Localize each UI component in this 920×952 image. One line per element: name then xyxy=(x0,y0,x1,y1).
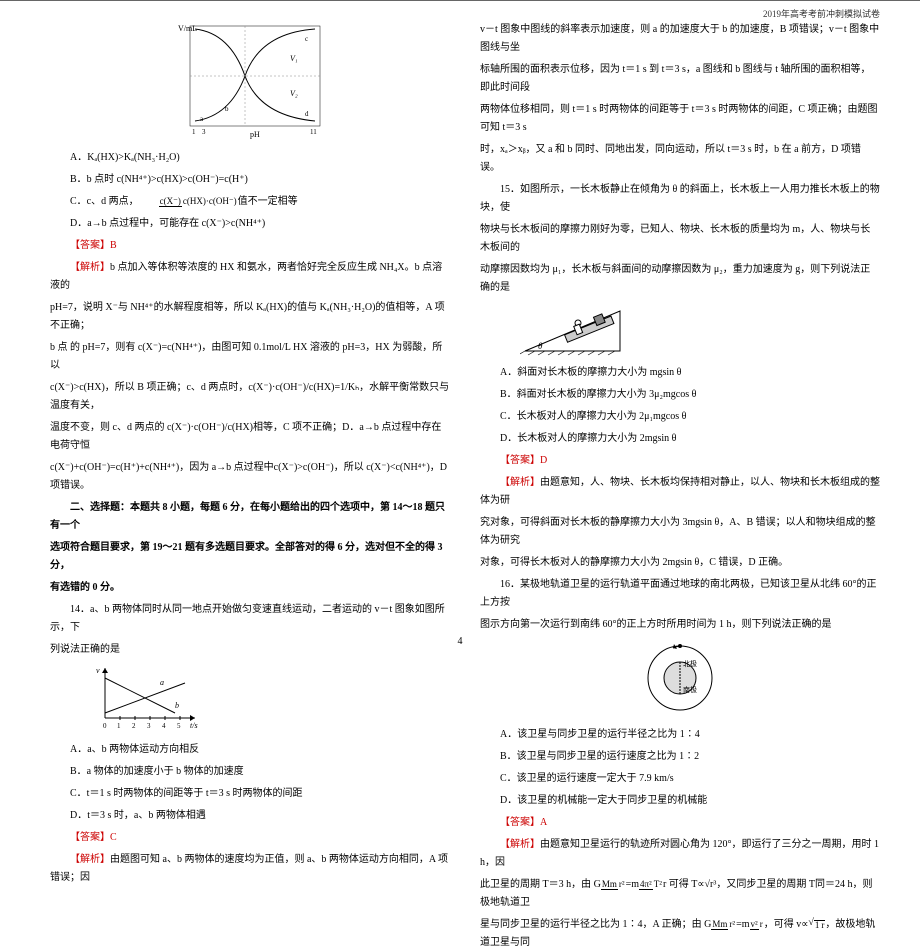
svg-text:3: 3 xyxy=(202,128,206,136)
q14-exp-cont-1: v－t 图象中图线的斜率表示加速度，则 a 的加速度大于 b 的加速度，B 项错… xyxy=(480,21,880,57)
svg-text:1: 1 xyxy=(192,128,196,136)
figure-16: 北极 南极 xyxy=(480,638,880,718)
explain-label: 【解析】 xyxy=(500,477,540,488)
q16-text-2: 图示方向第一次运行到南纬 60°的正上方时所用时间为 1 h，则下列说法正确的是 xyxy=(480,616,880,634)
q14-exp-cont-4: 时，xₐ＞xᵦ，又 a 和 b 同时、同地出发，同向运动，所以 t＝3 s 时，… xyxy=(480,141,880,177)
q16-option-a: A．该卫星与同步卫星的运行半径之比为 1∶4 xyxy=(480,726,880,744)
q13-option-b: B．b 点时 c(NH⁴⁺)>c(HX)>c(OH⁻)=c(H⁺) xyxy=(50,171,450,189)
q15-option-c: C．长木板对人的摩擦力大小为 2μ₁mgcos θ xyxy=(480,408,880,426)
q16-option-c: C．该卫星的运行速度一定大于 7.9 km/s xyxy=(480,770,880,788)
q14-text-1: 14．a、b 两物体同时从同一地点开始做匀变速直线运动，二者运动的 v－t 图象… xyxy=(50,601,450,637)
q16-option-b: B．该卫星与同步卫星的运行速度之比为 1∶2 xyxy=(480,748,880,766)
q13-answer: 【答案】B xyxy=(50,237,450,255)
page-number: 4 xyxy=(458,636,463,647)
q14-option-b: B．a 物体的加速度小于 b 物体的加速度 xyxy=(50,763,450,781)
svg-text:0: 0 xyxy=(103,722,107,730)
figure-13: V/mL pH a b c d V₁ V₂ 1 3 11 xyxy=(50,21,450,141)
header-right: 2019年高考考前冲刺模拟试卷 xyxy=(763,7,880,20)
q14-text-2: 列说法正确的是 xyxy=(50,641,450,659)
svg-text:pH: pH xyxy=(250,130,260,139)
svg-text:a: a xyxy=(160,678,164,687)
section-2-header-1: 二、选择题：本题共 8 小题，每题 6 分，在每小题给出的四个选项中，第 14～… xyxy=(50,499,450,535)
svg-text:3: 3 xyxy=(147,722,151,730)
svg-text:b: b xyxy=(225,105,229,113)
q15-text-3: 动摩擦因数均为 μ₁，长木板与斜面间的动摩擦因数为 μ₂，重力加速度为 g，则下… xyxy=(480,261,880,297)
q14-explanation: 【解析】由题图可知 a、b 两物体的速度均为正值，则 a、b 两物体运动方向相同… xyxy=(50,851,450,887)
svg-text:V₂: V₂ xyxy=(290,89,298,98)
figure-14: a b v t/s 0 1 2 3 4 5 xyxy=(90,663,450,733)
section-2-header-3: 有选错的 0 分。 xyxy=(50,579,450,597)
svg-text:θ: θ xyxy=(538,341,543,351)
q13-explanation-1: 【解析】b 点加入等体积等浓度的 HX 和氨水，两者恰好完全反应生成 NH₄X。… xyxy=(50,259,450,295)
q16-text-1: 16．某极地轨道卫星的运行轨道平面通过地球的南北两极，已知该卫星从北纬 60°的… xyxy=(480,576,880,612)
svg-text:d: d xyxy=(305,110,309,118)
q14-exp-cont-3: 两物体位移相同，则 t＝1 s 时两物体的间距等于 t＝3 s 时两物体的间距，… xyxy=(480,101,880,137)
left-column: V/mL pH a b c d V₁ V₂ 1 3 11 A．Kₐ xyxy=(50,21,450,621)
q15-option-b: B．斜面对长木板的摩擦力大小为 3μ₂mgcos θ xyxy=(480,386,880,404)
q15-explanation-3: 对象，可得长木板对人的静摩擦力大小为 2mgsin θ，C 错误，D 正确。 xyxy=(480,554,880,572)
q13-option-d: D．a→b 点过程中，可能存在 c(X⁻)>c(NH⁴⁺) xyxy=(50,215,450,233)
q13-option-c: C．c、d 两点，c(X⁻)c(HX)·c(OH⁻)值不一定相等 xyxy=(50,193,450,211)
svg-text:北极: 北极 xyxy=(683,659,697,668)
svg-text:5: 5 xyxy=(177,722,181,730)
svg-text:t/s: t/s xyxy=(190,721,198,730)
q13-explanation-6: c(X⁻)+c(OH⁻)=c(H⁺)+c(NH⁴⁺)，因为 a→b 点过程中c(… xyxy=(50,459,450,495)
q13-option-a: A．Kₐ(HX)>Kₐ(NH₃·H₂O) xyxy=(50,149,450,167)
chem-graph-svg: V/mL pH a b c d V₁ V₂ 1 3 11 xyxy=(170,21,330,141)
right-column: v－t 图象中图线的斜率表示加速度，则 a 的加速度大于 b 的加速度，B 项错… xyxy=(480,21,880,621)
incline-svg: θ xyxy=(520,301,630,356)
svg-text:南极: 南极 xyxy=(683,685,697,694)
content-columns: V/mL pH a b c d V₁ V₂ 1 3 11 A．Kₐ xyxy=(50,21,880,621)
svg-text:c: c xyxy=(305,35,308,43)
q13-explanation-4: c(X⁻)>c(HX)，所以 B 项正确；c、d 两点时，c(X⁻)·c(OH⁻… xyxy=(50,379,450,415)
orbit-svg: 北极 南极 xyxy=(635,638,725,718)
q15-option-a: A．斜面对长木板的摩擦力大小为 mgsin θ xyxy=(480,364,880,382)
q13-explanation-5: 温度不变，则 c、d 两点的 c(X⁻)·c(OH⁻)/c(HX)相等，C 项不… xyxy=(50,419,450,455)
q14-exp-cont-2: 标轴所围的面积表示位移，因为 t＝1 s 到 t＝3 s，a 图线和 b 图线与… xyxy=(480,61,880,97)
svg-text:11: 11 xyxy=(310,128,317,136)
q16-answer: 【答案】A xyxy=(480,814,880,832)
figure-15: θ xyxy=(520,301,880,356)
section-2-header-2: 选项符合题目要求，第 19～21 题有多选题目要求。全部答对的得 6 分，选对但… xyxy=(50,539,450,575)
q15-answer: 【答案】D xyxy=(480,452,880,470)
svg-text:v: v xyxy=(96,666,100,675)
svg-text:2: 2 xyxy=(132,722,136,730)
q16-explanation-3: 星与同步卫星的运行半径之比为 1∶4，A 正确；由 GMmr²=mv²r，可得 … xyxy=(480,916,880,952)
svg-text:b: b xyxy=(175,701,179,710)
q15-explanation-1: 【解析】由题意知，人、物块、长木板均保持相对静止，以人、物块和长木板组成的整体为… xyxy=(480,474,880,510)
svg-text:V₁: V₁ xyxy=(290,54,298,63)
q15-explanation-2: 究对象，可得斜面对长木板的静摩擦力大小为 3mgsin θ，A、B 错误；以人和… xyxy=(480,514,880,550)
q15-option-d: D．长木板对人的摩擦力大小为 2mgsin θ xyxy=(480,430,880,448)
q13-explanation-3: b 点 的 pH=7，则有 c(X⁻)=c(NH⁴⁺)，由图可知 0.1mol/… xyxy=(50,339,450,375)
q16-option-d: D．该卫星的机械能一定大于同步卫星的机械能 xyxy=(480,792,880,810)
explain-label: 【解析】 xyxy=(500,839,540,850)
svg-text:4: 4 xyxy=(162,722,166,730)
vt-graph-svg: a b v t/s 0 1 2 3 4 5 xyxy=(90,663,200,733)
explain-label: 【解析】 xyxy=(70,262,110,273)
q13-explanation-2: pH=7，说明 X⁻与 NH⁴⁺的水解程度相等，所以 Kₐ(HX)的值与 Kₐ(… xyxy=(50,299,450,335)
q15-text-2: 物块与长木板间的摩擦力刚好为零，已知人、物块、长木板的质量均为 m，人、物块与长… xyxy=(480,221,880,257)
q14-answer: 【答案】C xyxy=(50,829,450,847)
q16-explanation-1: 【解析】由题意知卫星运行的轨迹所对圆心角为 120°，即运行了三分之一周期，用时… xyxy=(480,836,880,872)
explain-label: 【解析】 xyxy=(70,854,110,865)
q16-explanation-2: 此卫星的周期 T＝3 h，由 GMmr²=m4π²T²r 可得 T∝√r³，又同… xyxy=(480,876,880,912)
q14-option-c: C．t＝1 s 时两物体的间距等于 t＝3 s 时两物体的间距 xyxy=(50,785,450,803)
q15-text-1: 15．如图所示，一长木板静止在倾角为 θ 的斜面上，长木板上一人用力推长木板上的… xyxy=(480,181,880,217)
q14-option-d: D．t＝3 s 时，a、b 两物体相遇 xyxy=(50,807,450,825)
svg-text:V/mL: V/mL xyxy=(178,24,197,33)
q14-option-a: A．a、b 两物体运动方向相反 xyxy=(50,741,450,759)
svg-text:1: 1 xyxy=(117,722,121,730)
